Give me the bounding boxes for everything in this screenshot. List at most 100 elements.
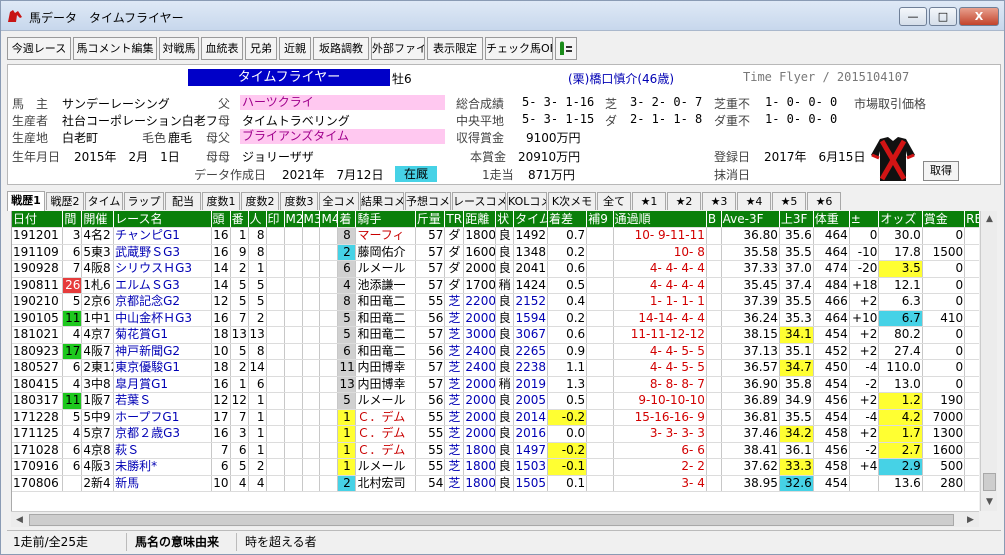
column-header[interactable]: 通過順 <box>613 211 707 228</box>
table-row[interactable]: 181021 4 4京7 菊花賞G1 18 13 13 5 和田竜二 57 芝 3000 良 3067 0.… <box>12 326 979 344</box>
column-header[interactable]: TR <box>444 211 465 228</box>
scroll-right-icon[interactable]: ▶ <box>962 512 979 528</box>
column-header[interactable]: レース名 <box>113 211 212 228</box>
table-row[interactable]: 191109 6 5東3 武蔵野ＳG3 16 9 8 2 藤岡佑介 57 ダ 1600 良 1348 0.2… <box>12 244 979 261</box>
column-header[interactable]: オッズ <box>878 211 923 228</box>
column-header[interactable]: Ave-3F <box>721 211 780 228</box>
close-button[interactable]: X <box>959 7 999 26</box>
table-row[interactable]: 191201 3 4名2 チャンピG1 16 1 8 8 マーフィ 57 ダ 1800 良 1492 0.7… <box>12 227 979 245</box>
column-header[interactable]: タイム <box>513 211 549 228</box>
horizontal-scroll-thumb[interactable] <box>29 514 954 526</box>
column-header[interactable]: 人 <box>248 211 267 228</box>
table-row[interactable]: 171125 4 5京7 京都２歳G3 16 3 1 1 Ｃ．デム 55 芝 2000 良 2016 0.0… <box>12 425 979 443</box>
scroll-down-icon[interactable]: ▼ <box>981 494 998 511</box>
broodmare-sire[interactable]: ブライアンズタイム <box>240 129 445 144</box>
tab-14[interactable]: K次メモ <box>548 192 596 210</box>
table-cell <box>319 392 339 410</box>
table-row[interactable]: 180923 17 4阪7 神戸新聞G2 10 5 8 6 和田竜二 56 芝 2400 良 2265 0.… <box>12 343 979 360</box>
column-header[interactable]: 体重 <box>813 211 850 228</box>
turf-label: 芝 <box>605 97 618 111</box>
tab-7[interactable]: 度数2 <box>241 192 279 210</box>
table-row[interactable]: 171028 6 4京8 萩Ｓ 7 6 1 1 Ｃ．デム 55 芝 1800 良 1497 -0.2 6- 6… <box>12 442 979 459</box>
column-header[interactable]: RED1 <box>964 211 979 228</box>
table-row[interactable]: 170806 2新4 新馬 10 4 4 2 北村宏司 54 芝 1800 良 1505 0.1 3- 43… <box>12 475 979 492</box>
pedigree-button[interactable]: 血統表 <box>201 37 243 60</box>
scroll-left-icon[interactable]: ◀ <box>11 512 28 528</box>
column-header[interactable]: B <box>706 211 722 228</box>
column-header[interactable]: 上3F <box>779 211 814 228</box>
minimize-button[interactable]: — <box>899 7 927 26</box>
column-header[interactable]: 距離 <box>463 211 497 228</box>
scroll-up-icon[interactable]: ▲ <box>981 211 998 228</box>
table-row[interactable]: 171228 5 5中9 ホープフG1 17 7 1 1 Ｃ．デム 55 芝 2000 良 2014 -0.… <box>12 409 979 426</box>
table-cell <box>62 475 83 492</box>
tab-6[interactable]: 度数1 <box>202 192 240 210</box>
table-row[interactable]: 18052762東12東京優駿G118214 11内田博幸57芝2400良2238… <box>12 359 979 377</box>
horse-comment-edit-button[interactable]: 馬コメント編集 <box>73 37 157 60</box>
external-file-button[interactable]: 外部ファイル <box>371 37 425 60</box>
column-header[interactable]: 番 <box>230 211 249 228</box>
siblings-button[interactable]: 兄弟 <box>245 37 277 60</box>
column-header[interactable]: ± <box>849 211 880 228</box>
column-header[interactable]: 状 <box>495 211 515 228</box>
tab-3[interactable]: タイム <box>85 192 123 210</box>
vertical-scroll-thumb[interactable] <box>983 473 996 491</box>
column-header[interactable]: 間 <box>62 211 83 228</box>
column-header[interactable]: 印 <box>266 211 285 228</box>
tab-5[interactable]: 配当 <box>165 192 201 210</box>
table-cell: 1- 1- 1- 1 <box>613 293 707 311</box>
relatives-button[interactable]: 近親 <box>279 37 311 60</box>
tab-17[interactable]: ★2 <box>667 192 701 210</box>
tab-10[interactable]: 結果コメ <box>360 192 404 210</box>
column-header[interactable]: 着 <box>337 211 357 228</box>
table-row[interactable]: 190105 11 1中1 中山金杯ＨG3 16 7 2 5 和田竜二 56 芝 2000 良 1594 0… <box>12 310 979 327</box>
table-cell: 3 <box>230 425 249 443</box>
maximize-button[interactable]: □ <box>929 7 957 26</box>
slope-training-button[interactable]: 坂路調教 <box>313 37 369 60</box>
table-cell: 11 <box>62 310 83 327</box>
table-row[interactable]: 190811 26 1札6 エルムＳG3 14 5 5 4 池添謙一 57 ダ 1700 稍 1424 0.… <box>12 277 979 294</box>
table-row[interactable]: 190210 5 2京6 京都記念G2 12 5 5 8 和田竜二 55 芝 2200 良 2152 0.4… <box>12 293 979 311</box>
table-row[interactable]: 190928 7 4阪8 シリウスＨG3 14 2 1 6 ルメール 57 ダ 2000 良 2041 0.… <box>12 260 979 278</box>
person-list-icon[interactable] <box>555 37 577 60</box>
table-row[interactable]: 170916 6 4阪3 未勝利* 6 5 2 1 ルメール 55 芝 1800 良 1503 -0.1 2-… <box>12 458 979 476</box>
vertical-scrollbar[interactable]: ▲ ▼ <box>980 211 997 511</box>
tab-18[interactable]: ★3 <box>702 192 736 210</box>
tab-1[interactable]: 戦歴1 <box>7 191 45 211</box>
horizontal-scrollbar[interactable]: ◀ ▶ <box>11 511 979 527</box>
column-header[interactable]: M2 <box>284 211 303 228</box>
display-limit-button[interactable]: 表示限定 <box>427 37 483 60</box>
column-header[interactable]: 頭 <box>211 211 231 228</box>
column-header[interactable]: M3 <box>302 211 321 228</box>
tab-9[interactable]: 全コメ <box>319 192 359 210</box>
table-cell <box>706 277 722 294</box>
column-header[interactable]: 斤量 <box>415 211 446 228</box>
tab-13[interactable]: KOLコメ <box>507 192 547 210</box>
column-header[interactable]: 騎手 <box>355 211 416 228</box>
sire[interactable]: ハーツクライ <box>240 95 445 110</box>
tab-2[interactable]: 戦歴2 <box>46 192 84 210</box>
title-bar[interactable]: 馬データ タイムフライヤー — □ X <box>1 1 1004 31</box>
tab-19[interactable]: ★4 <box>737 192 771 210</box>
column-header[interactable]: 開催 <box>81 211 115 228</box>
fetch-button[interactable]: 取得 <box>923 161 959 181</box>
column-header[interactable]: 補9 <box>586 211 614 228</box>
table-row[interactable]: 180415 4 3中8 皐月賞G1 16 1 6 13 内田博幸 57 芝 2000 稍 2019 1.3… <box>12 376 979 393</box>
tab-16[interactable]: ★1 <box>632 192 666 210</box>
check-horse-off-button[interactable]: チェック馬OFF <box>485 37 553 60</box>
tab-8[interactable]: 度数3 <box>280 192 318 210</box>
column-header[interactable]: 着差 <box>547 211 588 228</box>
tab-20[interactable]: ★5 <box>772 192 806 210</box>
tab-15[interactable]: 全て <box>597 192 631 210</box>
this-week-race-button[interactable]: 今週レース <box>7 37 71 60</box>
opponents-button[interactable]: 対戦馬 <box>159 37 199 60</box>
tab-21[interactable]: ★6 <box>807 192 841 210</box>
column-header[interactable]: M4 <box>319 211 339 228</box>
tab-12[interactable]: レースコメ <box>452 192 506 210</box>
column-header[interactable]: 日付 <box>12 211 64 228</box>
race-history-grid[interactable]: 日付間開催 レース名頭番人印 M2 M3 M4 着騎手 斤量 TR 距離状タイム 着差 補9 通過順 B… <box>11 211 979 511</box>
tab-11[interactable]: 予想コメ <box>405 192 451 210</box>
column-header[interactable]: 賞金 <box>922 211 966 228</box>
tab-4[interactable]: ラップ <box>124 192 164 210</box>
table-row[interactable]: 180317 11 1阪7 若葉Ｓ 12 12 1 5 ルメール 56 芝 2000 良 2005 0.5 9… <box>12 392 979 410</box>
